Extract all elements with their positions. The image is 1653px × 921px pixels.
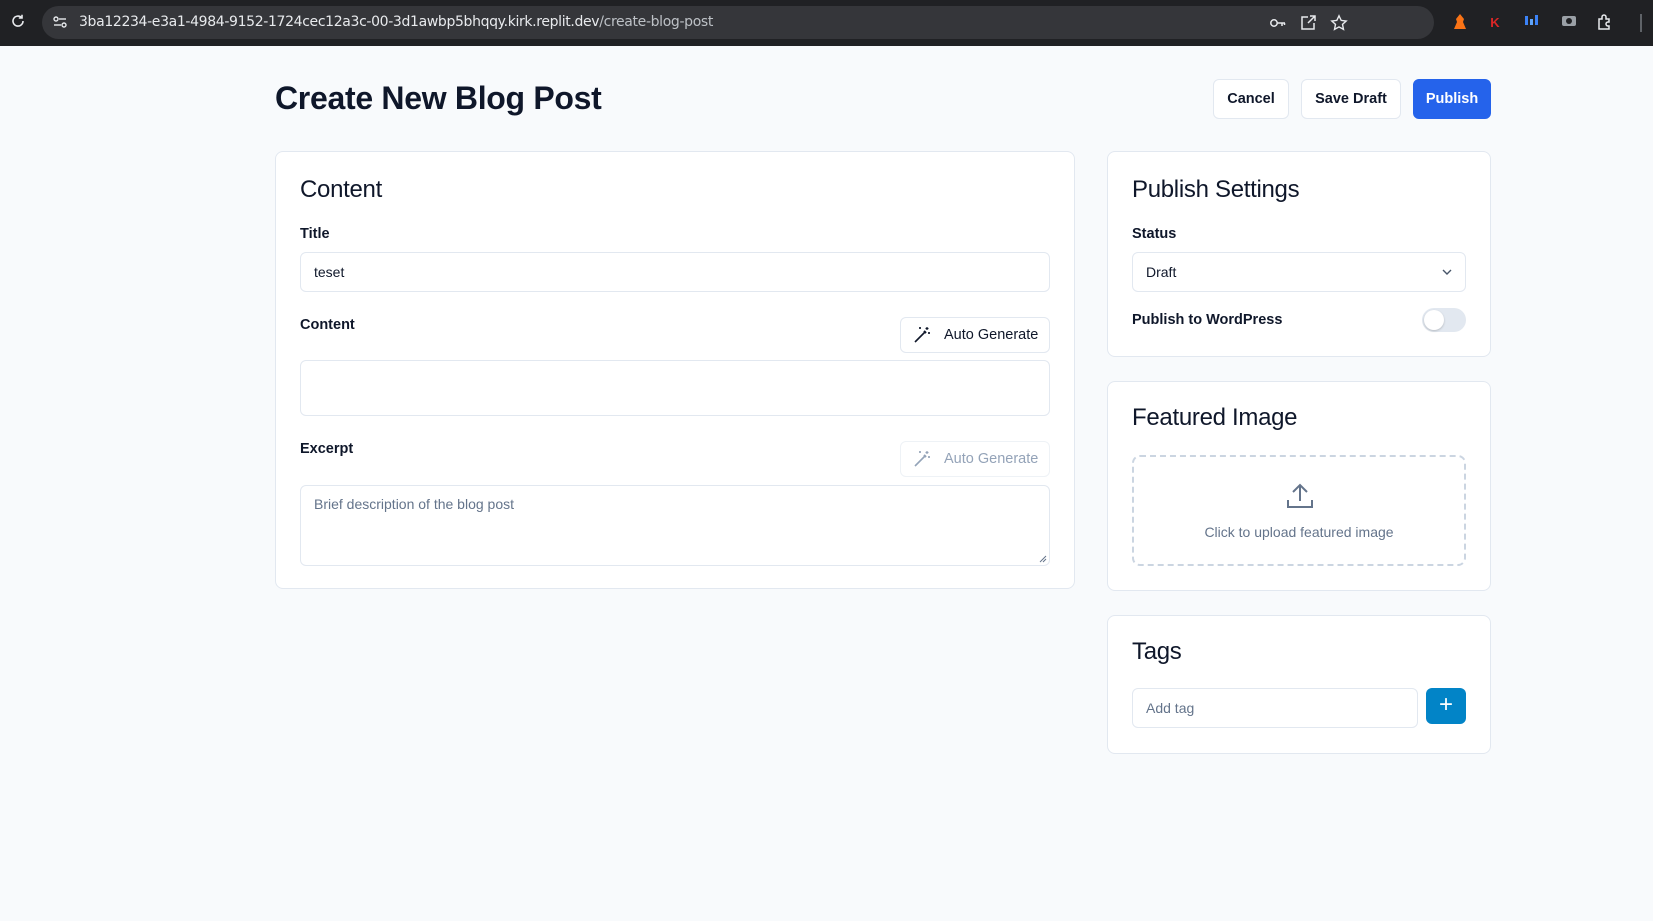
publish-wordpress-toggle[interactable] bbox=[1422, 308, 1466, 332]
status-select[interactable]: Draft bbox=[1132, 252, 1466, 292]
key-icon[interactable] bbox=[1269, 14, 1287, 32]
open-in-app-icon[interactable] bbox=[1299, 14, 1317, 32]
featured-image-card: Featured Image Click to upload featured … bbox=[1107, 381, 1491, 591]
featured-image-heading: Featured Image bbox=[1132, 404, 1298, 431]
url-text[interactable]: 3ba12234-e3a1-4984-9152-1724cec12a3c-00-… bbox=[79, 14, 713, 30]
extension-camera-icon[interactable] bbox=[1559, 13, 1579, 33]
extension-k-icon[interactable]: K bbox=[1485, 13, 1505, 33]
site-settings-icon[interactable] bbox=[52, 14, 68, 30]
status-value: Draft bbox=[1146, 264, 1177, 280]
publish-wordpress-label: Publish to WordPress bbox=[1132, 312, 1283, 328]
browser-toolbar: 3ba12234-e3a1-4984-9152-1724cec12a3c-00-… bbox=[0, 0, 1653, 46]
tags-card: Tags Add tag + bbox=[1107, 615, 1491, 754]
content-label: Content bbox=[300, 317, 355, 333]
excerpt-placeholder: Brief description of the blog post bbox=[314, 496, 515, 512]
toolbar-divider bbox=[1640, 14, 1642, 32]
upload-text: Click to upload featured image bbox=[1204, 524, 1394, 540]
reload-icon[interactable] bbox=[8, 13, 28, 33]
url-host: 3ba12234-e3a1-4984-9152-1724cec12a3c-00-… bbox=[79, 14, 600, 30]
content-card: Content Title teset Content Auto Generat… bbox=[275, 151, 1075, 589]
publish-settings-heading: Publish Settings bbox=[1132, 176, 1300, 203]
featured-image-dropzone[interactable]: Click to upload featured image bbox=[1132, 455, 1466, 566]
excerpt-label: Excerpt bbox=[300, 441, 354, 457]
cancel-button[interactable]: Cancel bbox=[1213, 79, 1289, 119]
tags-heading: Tags bbox=[1132, 638, 1182, 665]
title-input[interactable]: teset bbox=[300, 252, 1050, 292]
excerpt-textarea[interactable]: Brief description of the blog post bbox=[300, 485, 1050, 566]
magic-wand-icon bbox=[914, 451, 930, 467]
add-tag-button[interactable]: + bbox=[1426, 688, 1466, 724]
content-textarea[interactable] bbox=[300, 360, 1050, 416]
resize-handle-icon[interactable] bbox=[1039, 555, 1047, 563]
extension-fox-icon[interactable] bbox=[1450, 13, 1470, 33]
page-title: Create New Blog Post bbox=[275, 80, 602, 116]
extensions-puzzle-icon[interactable] bbox=[1595, 13, 1615, 33]
magic-wand-icon bbox=[914, 327, 930, 343]
content-auto-generate-button[interactable]: Auto Generate bbox=[900, 317, 1050, 353]
bookmark-star-icon[interactable] bbox=[1330, 14, 1348, 32]
upload-icon bbox=[1287, 483, 1313, 508]
status-label: Status bbox=[1132, 226, 1177, 242]
publish-button[interactable]: Publish bbox=[1413, 79, 1491, 119]
url-path: /create-blog-post bbox=[599, 14, 714, 30]
toggle-knob bbox=[1424, 310, 1444, 330]
excerpt-auto-generate-button[interactable]: Auto Generate bbox=[900, 441, 1050, 477]
add-tag-input[interactable]: Add tag bbox=[1132, 688, 1418, 728]
extension-bars-icon[interactable] bbox=[1522, 13, 1542, 33]
excerpt-auto-generate-label: Auto Generate bbox=[944, 451, 1039, 467]
publish-settings-card: Publish Settings Status Draft Publish to… bbox=[1107, 151, 1491, 357]
save-draft-button[interactable]: Save Draft bbox=[1301, 79, 1401, 119]
title-label: Title bbox=[300, 226, 330, 242]
content-card-heading: Content bbox=[300, 176, 382, 203]
content-auto-generate-label: Auto Generate bbox=[944, 327, 1039, 343]
chevron-down-icon bbox=[1442, 269, 1452, 275]
address-bar[interactable]: 3ba12234-e3a1-4984-9152-1724cec12a3c-00-… bbox=[42, 6, 1434, 39]
